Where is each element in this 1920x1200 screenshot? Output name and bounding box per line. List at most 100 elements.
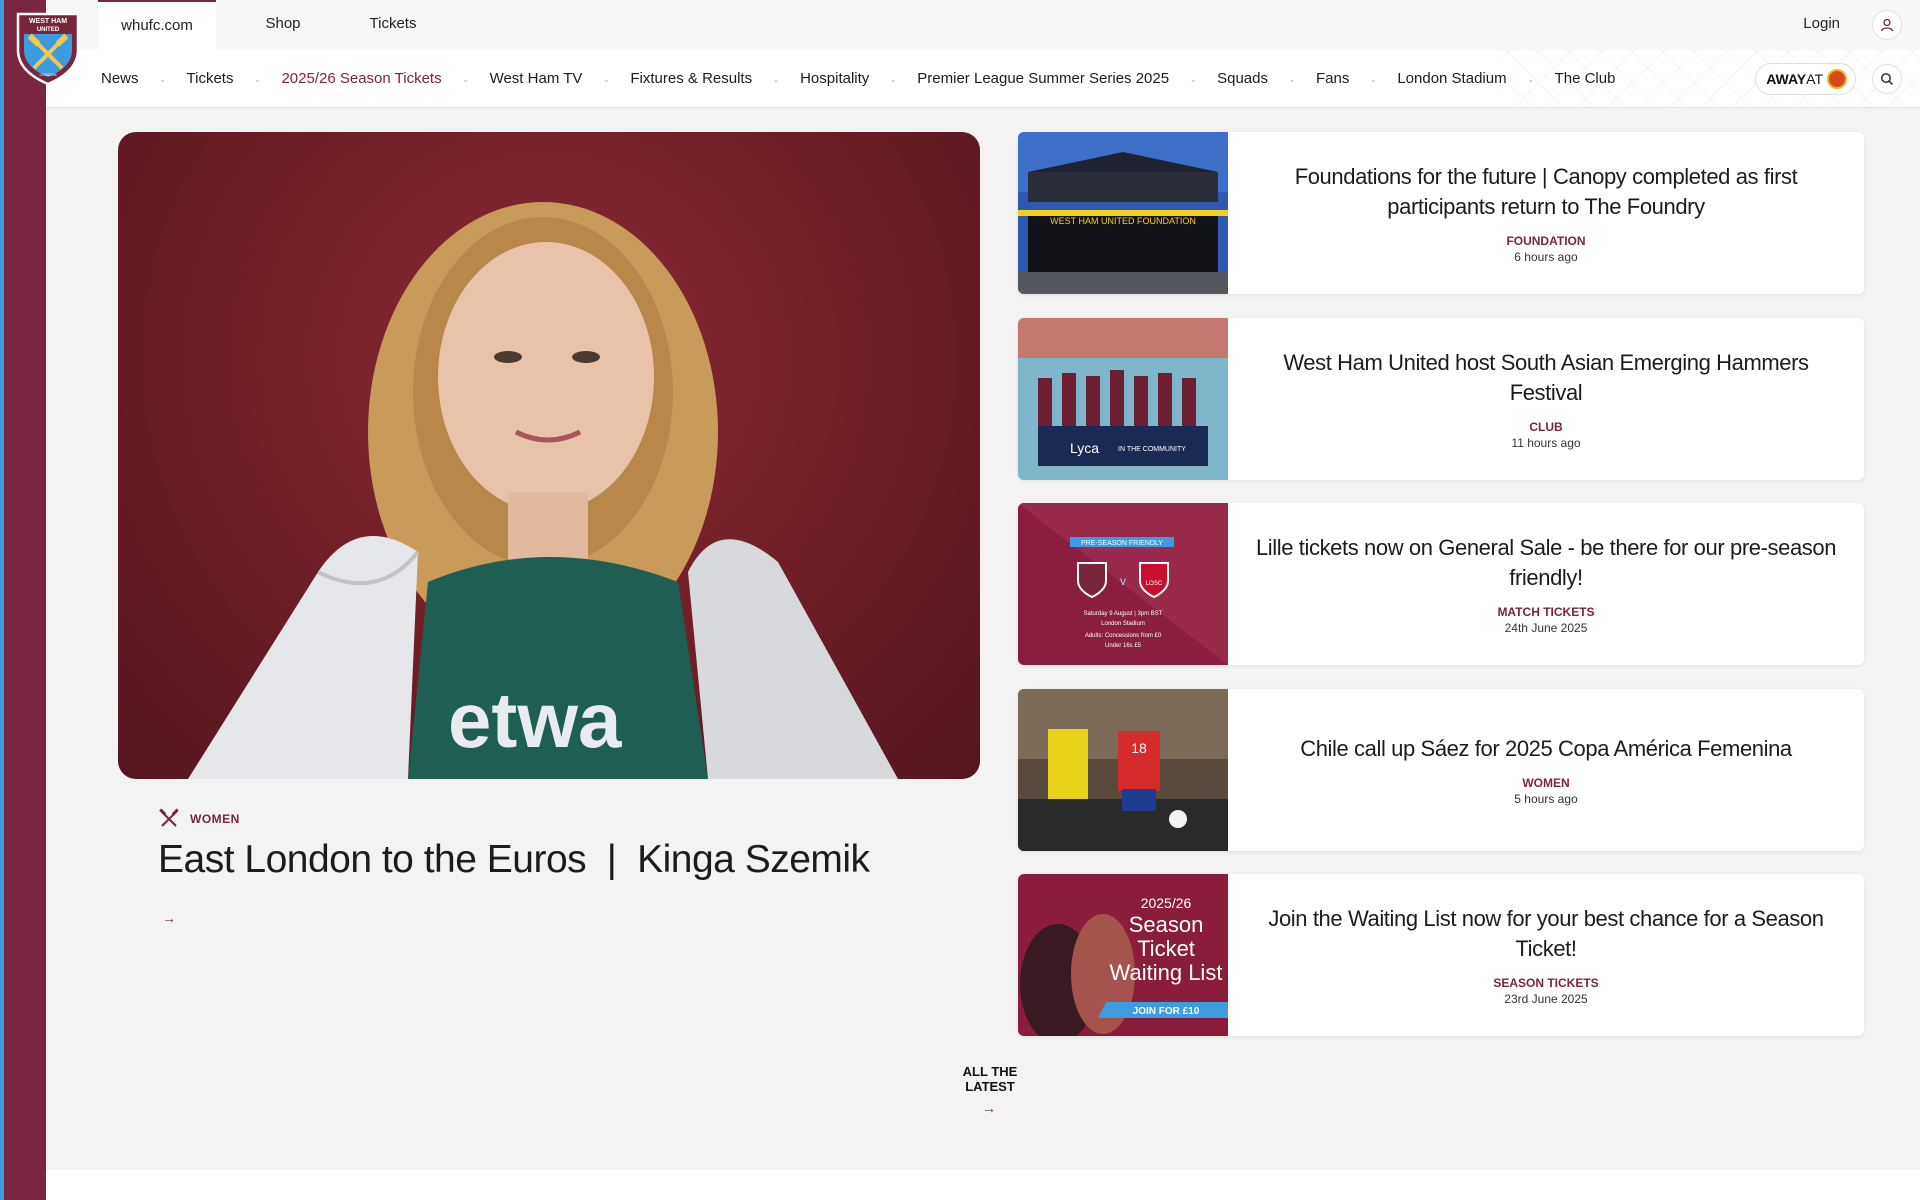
foundation-building-image: WEST HAM UNITED FOUNDATION	[1018, 132, 1228, 294]
card-timestamp: 6 hours ago	[1514, 250, 1578, 264]
nav-separator: -	[604, 73, 609, 87]
lille-fixture-graphic: PRE-SEASON FRIENDLY v LOSC Saturday 9 Au…	[1018, 503, 1228, 665]
nav-item-news[interactable]: News	[101, 70, 139, 87]
login-link[interactable]: Login	[1803, 0, 1840, 48]
card-thumbnail: WEST HAM UNITED FOUNDATION	[1018, 132, 1228, 294]
thumb-text: WEST HAM UNITED FOUNDATION	[1050, 216, 1196, 226]
awayat-bold-label: AWAY	[1766, 71, 1807, 87]
nav-list: News - Tickets - 2025/26 Season Tickets …	[101, 50, 1615, 106]
nav-separator: -	[160, 73, 165, 87]
season-ticket-graphic: 2025/26 Season Ticket Waiting List JOIN …	[1018, 874, 1228, 1036]
news-card[interactable]: WEST HAM UNITED FOUNDATION Foundations f…	[1018, 132, 1864, 294]
nav-separator: -	[774, 73, 779, 87]
card-title[interactable]: West Ham United host South Asian Emergin…	[1246, 348, 1846, 408]
nav-separator: -	[1371, 73, 1376, 87]
card-thumbnail: PRE-SEASON FRIENDLY v LOSC Saturday 9 Au…	[1018, 503, 1228, 665]
thumb-text: PRE-SEASON FRIENDLY	[1081, 540, 1163, 547]
svg-text:v: v	[1120, 574, 1126, 588]
card-title[interactable]: Join the Waiting List now for your best …	[1246, 904, 1846, 964]
crest-line1: WEST HAM	[29, 18, 67, 25]
nav-item-fixtures-results[interactable]: Fixtures & Results	[630, 70, 752, 87]
thumb-text-2: Season	[1129, 912, 1204, 937]
card-category[interactable]: SEASON TICKETS	[1493, 976, 1598, 990]
thumb-text-4: Waiting List	[1110, 960, 1223, 985]
nav-separator: -	[1191, 73, 1196, 87]
nav-item-the-club[interactable]: The Club	[1555, 70, 1616, 87]
thumb-text-2: IN THE COMMUNITY	[1118, 446, 1186, 453]
nav-item-summer-series[interactable]: Premier League Summer Series 2025	[917, 70, 1169, 87]
card-timestamp: 24th June 2025	[1504, 621, 1588, 635]
news-card[interactable]: 2025/26 Season Ticket Waiting List JOIN …	[1018, 874, 1864, 1036]
nav-item-hospitality[interactable]: Hospitality	[800, 70, 869, 87]
card-category[interactable]: WOMEN	[1522, 776, 1569, 790]
footer-strip	[46, 1170, 1920, 1200]
search-button[interactable]	[1872, 64, 1902, 94]
hero-shirt-sponsor: etwa	[448, 676, 622, 764]
nav-separator: -	[1528, 73, 1533, 87]
thumb-text-4: Adults: Concessions from £0	[1085, 633, 1162, 639]
card-timestamp: 11 hours ago	[1511, 436, 1581, 450]
card-thumbnail: Lyca IN THE COMMUNITY	[1018, 318, 1228, 480]
top-utility-bar: whufc.com Shop Tickets Login	[46, 0, 1920, 50]
nav-separator: -	[1289, 73, 1294, 87]
awayat-button[interactable]: AWAY AT	[1755, 63, 1856, 95]
card-timestamp: 23rd June 2025	[1504, 992, 1588, 1006]
hero-read-more-arrow-icon[interactable]: →	[162, 910, 176, 926]
nav-item-fans[interactable]: Fans	[1316, 70, 1349, 87]
crossed-hammers-icon	[159, 808, 179, 827]
nav-item-west-ham-tv[interactable]: West Ham TV	[490, 70, 583, 87]
thumb-text: Lyca	[1070, 440, 1099, 456]
card-body: Lille tickets now on General Sale - be t…	[1246, 503, 1846, 665]
crest-line3: LONDON	[39, 72, 56, 77]
all-the-latest-link[interactable]: ALL THE LATEST	[940, 1064, 1040, 1094]
card-category[interactable]: FOUNDATION	[1506, 234, 1585, 248]
nav-item-london-stadium[interactable]: London Stadium	[1397, 70, 1506, 87]
hero-headline[interactable]: East London to the Euros | Kinga Szemik	[158, 838, 870, 882]
card-timestamp: 5 hours ago	[1514, 792, 1578, 806]
search-icon	[1881, 73, 1894, 86]
hero-category-label: WOMEN	[190, 812, 240, 826]
community-group-image: Lyca IN THE COMMUNITY	[1018, 318, 1228, 480]
news-card[interactable]: 18 Chile call up Sáez for 2025 Copa Amér…	[1018, 689, 1864, 851]
nav-item-season-tickets[interactable]: 2025/26 Season Tickets	[281, 70, 441, 87]
thumb-text: 2025/26	[1141, 895, 1192, 911]
card-category[interactable]: CLUB	[1529, 420, 1562, 434]
card-thumbnail: 18	[1018, 689, 1228, 851]
hero-category[interactable]: WOMEN	[158, 808, 240, 830]
nav-separator: -	[255, 73, 260, 87]
left-rail	[0, 0, 46, 1200]
tab-whufc[interactable]: whufc.com	[98, 0, 216, 50]
match-action-image: 18	[1018, 689, 1228, 851]
thumb-text-5: JOIN FOR £10	[1133, 1006, 1200, 1017]
nav-item-squads[interactable]: Squads	[1217, 70, 1268, 87]
hero-image[interactable]: etwa	[118, 132, 980, 779]
tab-shop[interactable]: Shop	[236, 0, 330, 50]
news-card[interactable]: Lyca IN THE COMMUNITY West Ham United ho…	[1018, 318, 1864, 480]
main-navigation: News - Tickets - 2025/26 Season Tickets …	[46, 50, 1920, 108]
news-card[interactable]: PRE-SEASON FRIENDLY v LOSC Saturday 9 Au…	[1018, 503, 1864, 665]
card-title[interactable]: Lille tickets now on General Sale - be t…	[1246, 533, 1846, 593]
nav-item-tickets[interactable]: Tickets	[187, 70, 234, 87]
card-body: Join the Waiting List now for your best …	[1246, 874, 1846, 1036]
opponent-badge-icon	[1827, 69, 1847, 89]
card-category[interactable]: MATCH TICKETS	[1497, 605, 1594, 619]
card-title[interactable]: Foundations for the future | Canopy comp…	[1246, 162, 1846, 222]
card-body: Foundations for the future | Canopy comp…	[1246, 132, 1846, 294]
thumb-text-3: London Stadium	[1101, 621, 1145, 627]
awayat-label: AT	[1806, 71, 1823, 87]
user-icon	[1880, 18, 1894, 32]
club-crest-logo[interactable]: WEST HAM UNITED LONDON	[14, 10, 82, 86]
nav-separator: -	[891, 73, 896, 87]
tab-tickets[interactable]: Tickets	[338, 0, 448, 50]
thumb-text: 18	[1131, 740, 1147, 756]
thumb-text-3: Ticket	[1137, 936, 1195, 961]
all-the-latest-arrow-icon[interactable]: →	[982, 1100, 996, 1116]
thumb-text-2: Saturday 9 August | 3pm BST	[1084, 611, 1163, 617]
crest-line2: UNITED	[37, 27, 60, 33]
card-body: West Ham United host South Asian Emergin…	[1246, 318, 1846, 480]
hero-player-illustration: etwa	[188, 202, 898, 779]
user-button[interactable]	[1872, 10, 1902, 40]
nav-separator: -	[463, 73, 468, 87]
card-title[interactable]: Chile call up Sáez for 2025 Copa América…	[1300, 734, 1792, 764]
card-body: Chile call up Sáez for 2025 Copa América…	[1246, 689, 1846, 851]
